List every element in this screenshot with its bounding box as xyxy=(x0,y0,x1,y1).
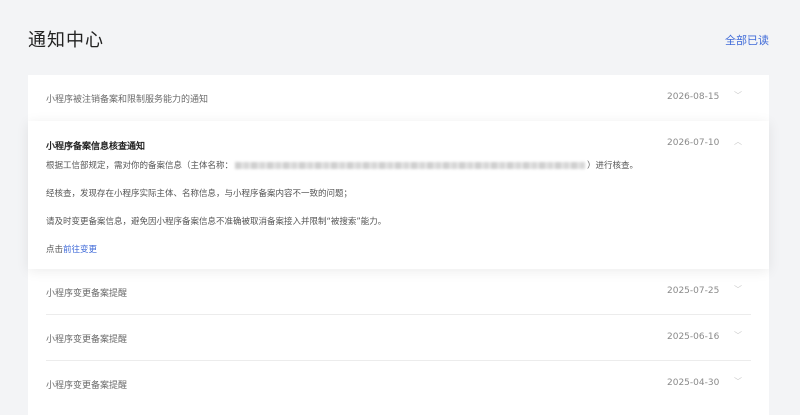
chevron-down-icon[interactable]: ﹀ xyxy=(734,376,742,387)
mark-all-read-button[interactable]: 全部已读 xyxy=(725,32,769,48)
chevron-up-icon[interactable]: ︿ xyxy=(734,136,742,147)
notification-date: 2025-04-30 xyxy=(667,378,720,388)
detail-text: ）进行核查。 xyxy=(587,161,639,171)
chevron-down-icon[interactable]: ﹀ xyxy=(734,330,742,341)
go-change-link[interactable]: 前往变更 xyxy=(63,245,97,255)
detail-paragraph: 请及时变更备案信息，避免因小程序备案信息不准确被取消备案接入并限制“被搜索”能力… xyxy=(46,217,387,227)
notification-list: 小程序被注销备案和限制服务能力的通知 2026-08-15 ﹀ 小程序备案信息核… xyxy=(28,75,769,415)
page-header: 通知中心 全部已读 xyxy=(0,0,800,75)
redacted-entity-info xyxy=(235,162,586,169)
notification-title: 小程序变更备案提醒 xyxy=(46,289,128,299)
detail-paragraph: 根据工信部规定，需对你的备案信息（主体名称： ）进行核查。 xyxy=(46,159,638,171)
notification-title: 小程序变更备案提醒 xyxy=(46,381,128,391)
notification-item-expanded[interactable]: 小程序备案信息核查通知 2026-07-10 ︿ 根据工信部规定，需对你的备案信… xyxy=(28,121,769,269)
detail-text: 根据工信部规定，需对你的备案信息（主体名称： xyxy=(46,161,234,171)
notification-title: 小程序备案信息核查通知 xyxy=(46,142,146,152)
notification-item[interactable]: 小程序被注销备案和限制服务能力的通知 2026-08-15 ﹀ xyxy=(28,75,769,121)
notification-title: 小程序变更备案提醒 xyxy=(46,335,128,345)
notification-date: 2026-07-10 xyxy=(667,138,720,148)
notification-title: 小程序被注销备案和限制服务能力的通知 xyxy=(46,95,209,105)
notification-date: 2026-08-15 xyxy=(667,92,720,102)
chevron-down-icon[interactable]: ﹀ xyxy=(734,284,742,295)
notification-item[interactable]: 小程序变更备案提醒 2025-07-25 ﹀ xyxy=(28,269,769,315)
action-prefix: 点击 xyxy=(46,245,64,255)
notification-item[interactable]: 小程序变更备案提醒 2025-06-16 ﹀ xyxy=(28,315,769,361)
notification-item[interactable]: 小程序变更备案提醒 2025-04-30 ﹀ xyxy=(28,361,769,407)
detail-action: 点击前往变更 xyxy=(46,243,97,255)
detail-paragraph: 经核查，发现存在小程序实际主体、名称信息，与小程序备案内容不一致的问题； xyxy=(46,189,353,199)
notification-date: 2025-07-25 xyxy=(667,286,720,296)
page-title: 通知中心 xyxy=(28,30,104,51)
chevron-down-icon[interactable]: ﹀ xyxy=(734,90,742,101)
notification-date: 2025-06-16 xyxy=(667,332,720,342)
